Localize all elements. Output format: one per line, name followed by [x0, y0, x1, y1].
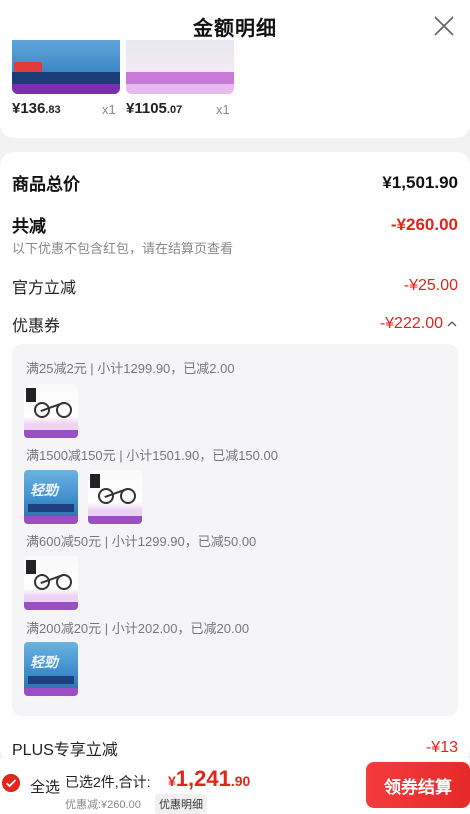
total-row: 商品总价 ¥1,501.90 [12, 170, 458, 195]
product-price: ¥136.83 [12, 100, 61, 117]
page-title: 金额明细 [193, 17, 277, 40]
coupon-row[interactable]: 优惠券 -¥222.00 [12, 312, 458, 336]
coupon-value: -¥222.00 [379, 315, 443, 332]
plus-label: PLUS专享立减 [12, 742, 118, 759]
discount-summary: 优惠减:¥260.00 [65, 799, 141, 811]
chevron-up-icon[interactable] [446, 318, 458, 330]
plus-row: PLUS专享立减 -¥13 [12, 736, 458, 760]
official-value: -¥25.00 [403, 277, 458, 294]
coupon-line: 满25减2元 | 小计1299.90，已减2.00 [26, 361, 235, 376]
total-amount: ¥1,241.90 [168, 766, 251, 791]
amount-detail-card: 商品总价 ¥1,501.90 共减 -¥260.00 以下优惠不包含红包，请在结… [0, 152, 470, 762]
product-qty: x1 [216, 102, 230, 117]
product-thumbnail[interactable]: 轻勁 [24, 470, 78, 524]
product-price: ¥1105.07 [126, 100, 183, 117]
selected-count: 已选2件,合计: [65, 774, 151, 790]
product-strip: ¥136.83 x1 ¥1105.07 x1 [0, 40, 470, 138]
coupon-breakdown: 满25减2元 | 小计1299.90，已减2.00 满1500减150元 | 小… [12, 344, 458, 716]
coupon-label: 优惠券 [12, 318, 61, 335]
checkout-bar: 全选 已选2件,合计: ¥1,241.90 优惠减:¥260.00 优惠明细 领… [0, 758, 470, 814]
reduce-value: -¥260.00 [390, 214, 458, 234]
product-qty: x1 [102, 102, 116, 117]
coupon-line: 满600减50元 | 小计1299.90，已减50.00 [26, 534, 257, 549]
select-all-checkbox[interactable] [2, 774, 20, 792]
reduce-label: 共减 [12, 217, 46, 236]
plus-value: -¥13 [425, 739, 458, 756]
coupon-line: 满200减20元 | 小计202.00，已减20.00 [26, 621, 250, 636]
official-label: 官方立减 [12, 280, 77, 297]
reduce-note: 以下优惠不包含红包，请在结算页查看 [12, 241, 234, 256]
select-all-label[interactable]: 全选 [30, 776, 60, 797]
official-row: 官方立减 -¥25.00 [12, 274, 458, 298]
product-thumbnail[interactable] [126, 40, 234, 94]
discount-detail-link[interactable]: 优惠明细 [155, 794, 207, 814]
checkout-button[interactable]: 领券结算 [366, 762, 470, 808]
total-label: 商品总价 [12, 175, 80, 194]
product-thumbnail[interactable] [88, 470, 142, 524]
product-thumbnail[interactable] [24, 384, 78, 438]
close-icon[interactable] [432, 14, 456, 38]
product-thumbnail[interactable] [12, 40, 120, 94]
product-thumbnail[interactable] [24, 556, 78, 610]
total-value: ¥1,501.90 [382, 172, 458, 192]
reduce-row: 共减 -¥260.00 [12, 212, 458, 237]
coupon-line: 满1500减150元 | 小计1501.90，已减150.00 [26, 448, 278, 463]
product-thumbnail[interactable]: 轻勁 [24, 642, 78, 696]
